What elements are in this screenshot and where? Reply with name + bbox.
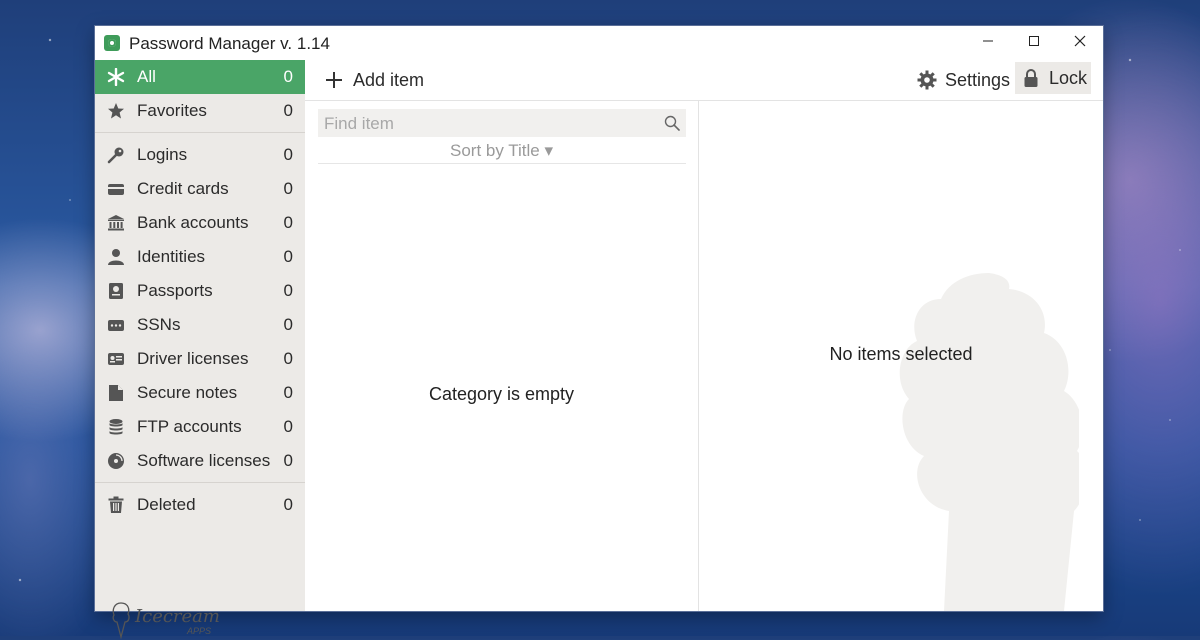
sidebar-divider bbox=[95, 132, 305, 133]
search-box bbox=[318, 109, 686, 137]
star-icon bbox=[107, 102, 125, 120]
app-window: Password Manager v. 1.14 All 0 Favorites… bbox=[95, 26, 1103, 640]
sidebar-item-favorites[interactable]: Favorites 0 bbox=[95, 94, 305, 128]
search-icon[interactable] bbox=[664, 115, 680, 131]
sidebar-item-count: 0 bbox=[283, 281, 293, 300]
sidebar-item-label: Secure notes bbox=[137, 383, 238, 402]
no-selection-message: No items selected bbox=[829, 344, 973, 364]
passport-icon bbox=[107, 282, 125, 300]
sidebar-item-count: 0 bbox=[283, 179, 293, 198]
sidebar-item-count: 0 bbox=[283, 451, 293, 470]
list-divider bbox=[318, 163, 686, 164]
sidebar-item-count: 0 bbox=[283, 417, 293, 436]
sidebar-item-label: Identities bbox=[137, 247, 206, 266]
close-icon bbox=[1074, 35, 1086, 47]
toolbar: Add item Settings Lock bbox=[305, 60, 1103, 101]
database-icon bbox=[107, 418, 125, 436]
add-item-label: Add item bbox=[353, 69, 425, 90]
minimize-icon bbox=[983, 40, 993, 42]
sidebar-item-secure-notes[interactable]: Secure notes 0 bbox=[95, 376, 305, 410]
sidebar-item-label: Bank accounts bbox=[137, 213, 249, 232]
brand-subtitle: APPS bbox=[187, 626, 212, 636]
item-list-pane: Sort by Title ▾ Category is empty bbox=[305, 101, 699, 611]
close-button[interactable] bbox=[1057, 26, 1103, 56]
add-item-button[interactable]: Add item bbox=[325, 66, 424, 94]
sidebar-item-count: 0 bbox=[283, 101, 293, 120]
brand-logo: Icecream APPS bbox=[109, 600, 220, 640]
id-card-icon bbox=[107, 350, 125, 368]
trash-icon bbox=[107, 496, 125, 514]
sidebar-item-label: SSNs bbox=[137, 315, 181, 334]
sidebar-item-label: Favorites bbox=[137, 101, 207, 120]
bank-icon bbox=[107, 214, 125, 232]
sidebar-item-count: 0 bbox=[283, 383, 293, 402]
lock-label: Lock bbox=[1049, 67, 1088, 88]
maximize-icon bbox=[1029, 36, 1039, 46]
settings-label: Settings bbox=[945, 69, 1011, 90]
sidebar-item-count: 0 bbox=[283, 67, 293, 86]
plus-icon bbox=[325, 71, 343, 89]
sidebar: All 0 Favorites 0 Logins 0 Credit cards … bbox=[95, 60, 305, 640]
maximize-button[interactable] bbox=[1011, 26, 1057, 56]
sidebar-item-label: Passports bbox=[137, 281, 213, 300]
brand-name: Icecream bbox=[135, 606, 220, 627]
sidebar-item-count: 0 bbox=[283, 247, 293, 266]
sidebar-item-bank-accounts[interactable]: Bank accounts 0 bbox=[95, 206, 305, 240]
sidebar-item-label: Driver licenses bbox=[137, 349, 249, 368]
sidebar-item-logins[interactable]: Logins 0 bbox=[95, 138, 305, 172]
ice-cream-watermark-icon bbox=[899, 273, 1079, 611]
person-icon bbox=[107, 248, 125, 266]
disc-icon bbox=[107, 452, 125, 470]
title-bar: Password Manager v. 1.14 bbox=[95, 26, 1103, 60]
detail-pane: No items selected bbox=[699, 101, 1103, 611]
sidebar-item-passports[interactable]: Passports 0 bbox=[95, 274, 305, 308]
sidebar-item-credit-cards[interactable]: Credit cards 0 bbox=[95, 172, 305, 206]
sidebar-item-label: FTP accounts bbox=[137, 417, 242, 436]
asterisk-icon bbox=[107, 68, 125, 86]
sidebar-item-count: 0 bbox=[283, 495, 293, 514]
sidebar-item-label: Software licenses bbox=[137, 451, 271, 470]
lock-button[interactable]: Lock bbox=[1015, 62, 1091, 94]
sidebar-item-count: 0 bbox=[283, 145, 293, 164]
ice-cream-logo-icon bbox=[112, 602, 130, 640]
sidebar-item-software-licenses[interactable]: Software licenses 0 bbox=[95, 444, 305, 478]
empty-category-message: Category is empty bbox=[428, 384, 575, 404]
app-logo-icon bbox=[104, 35, 120, 51]
sidebar-item-all[interactable]: All 0 bbox=[95, 60, 305, 94]
note-icon bbox=[107, 384, 125, 402]
window-title: Password Manager v. 1.14 bbox=[129, 34, 330, 53]
search-input[interactable] bbox=[322, 112, 656, 136]
sidebar-item-label: Credit cards bbox=[137, 179, 229, 198]
sidebar-item-label: Logins bbox=[137, 145, 188, 164]
credit-card-icon bbox=[107, 180, 125, 198]
sidebar-item-count: 0 bbox=[283, 213, 293, 232]
sidebar-item-ssns[interactable]: SSNs 0 bbox=[95, 308, 305, 342]
sidebar-item-label: All bbox=[137, 67, 156, 86]
sidebar-item-count: 0 bbox=[283, 315, 293, 334]
gear-icon bbox=[917, 70, 937, 90]
key-icon bbox=[107, 146, 125, 164]
sidebar-item-count: 0 bbox=[283, 349, 293, 368]
ssn-card-icon bbox=[107, 316, 125, 334]
sort-dropdown[interactable]: Sort by Title ▾ bbox=[305, 141, 698, 161]
sidebar-item-ftp-accounts[interactable]: FTP accounts 0 bbox=[95, 410, 305, 444]
settings-button[interactable]: Settings bbox=[917, 66, 1010, 94]
sidebar-item-driver-licenses[interactable]: Driver licenses 0 bbox=[95, 342, 305, 376]
sidebar-item-label: Deleted bbox=[137, 495, 196, 514]
sidebar-item-identities[interactable]: Identities 0 bbox=[95, 240, 305, 274]
lock-icon bbox=[1024, 69, 1038, 87]
sidebar-divider bbox=[95, 482, 305, 483]
sidebar-item-deleted[interactable]: Deleted 0 bbox=[95, 488, 305, 522]
minimize-button[interactable] bbox=[965, 26, 1011, 56]
